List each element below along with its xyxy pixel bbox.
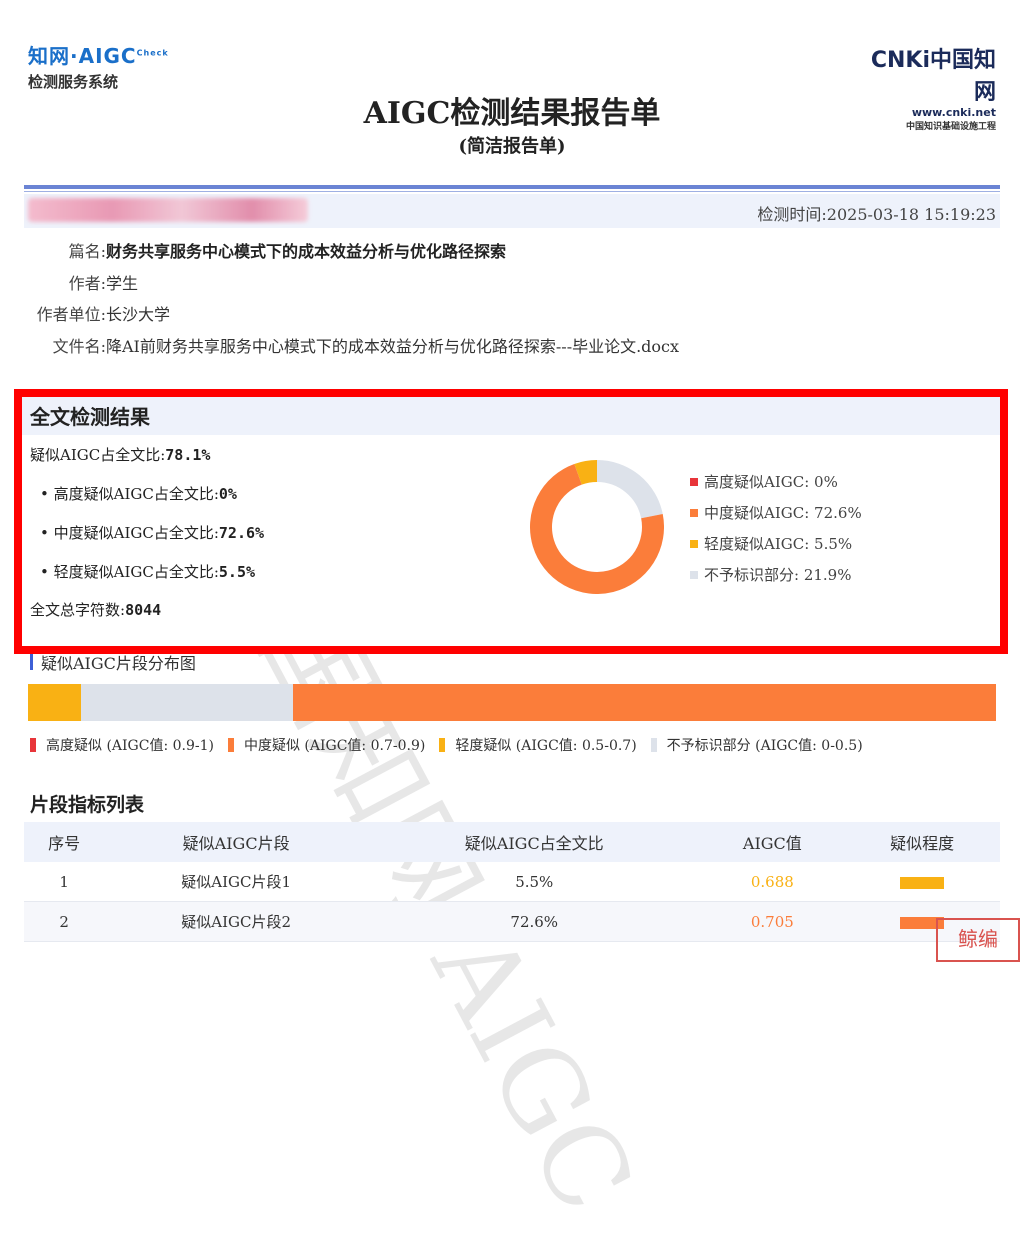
meta-value: 降AI前财务共享服务中心模式下的成本效益分析与优化路径探索---毕业论文.doc… xyxy=(106,337,680,356)
th-fragment: 疑似AIGC片段 xyxy=(104,822,368,862)
redacted-identifier xyxy=(28,198,308,222)
legend-label: 不予标识部分 (AIGC值: 0-0.5) xyxy=(666,738,863,754)
distribution-segment xyxy=(81,684,294,721)
meta-row-author: 作者: 学生 xyxy=(0,270,138,298)
legend-item: 高度疑似AIGC: 0% xyxy=(690,466,862,497)
legend-item: 中度疑似AIGC: 72.6% xyxy=(690,497,862,528)
result-header-band xyxy=(22,397,1000,435)
meta-value: 财务共享服务中心模式下的成本效益分析与优化路径探索 xyxy=(106,242,507,261)
fragment-table: 序号 疑似AIGC片段 疑似AIGC占全文比 AIGC值 疑似程度 1 疑似AIG… xyxy=(24,822,1000,942)
meta-value: 学生 xyxy=(106,274,139,293)
result-heading: 全文检测结果 xyxy=(30,405,150,429)
legend-label: 轻度疑似AIGC: 5.5% xyxy=(704,535,853,553)
stat-label: 全文总字符数: xyxy=(30,601,126,619)
legend-swatch xyxy=(650,738,657,752)
distribution-bar xyxy=(28,684,996,721)
legend-label: 高度疑似AIGC: 0% xyxy=(704,473,838,491)
stat-mid: • 中度疑似AIGC占全文比:72.6% xyxy=(40,522,264,543)
legend-swatch xyxy=(690,570,698,579)
stat-label: • 中度疑似AIGC占全文比: xyxy=(40,524,219,542)
check-time: 检测时间:2025-03-18 15:19:23 xyxy=(757,205,996,224)
meta-row-file: 文件名: 降AI前财务共享服务中心模式下的成本效益分析与优化路径探索---毕业论… xyxy=(0,333,679,361)
stat-value: 72.6% xyxy=(218,524,265,542)
cell-aigc: 0.688 xyxy=(700,862,845,902)
legend-label: 中度疑似 (AIGC值: 0.7-0.9) xyxy=(243,738,426,754)
stat-label: • 高度疑似AIGC占全文比: xyxy=(40,485,219,503)
stat-value: 8044 xyxy=(125,601,162,619)
section-marker xyxy=(30,654,33,670)
th-ratio: 疑似AIGC占全文比 xyxy=(368,822,701,862)
logo-left-sup: Check xyxy=(136,48,169,58)
report-subtitle: (简洁报告单) xyxy=(458,136,566,157)
donut-chart xyxy=(530,460,664,594)
meta-label: 作者单位: xyxy=(36,305,106,324)
th-aigc: AIGC值 xyxy=(700,822,845,862)
donut-legend: 高度疑似AIGC: 0% 中度疑似AIGC: 72.6% 轻度疑似AIGC: 5.5… xyxy=(690,466,862,590)
th-degree: 疑似程度 xyxy=(844,822,1000,862)
cell-index: 2 xyxy=(24,901,105,942)
meta-label: 文件名: xyxy=(52,337,106,356)
table-title: 片段指标列表 xyxy=(30,794,145,816)
legend-swatch xyxy=(439,738,446,752)
stat-total: 疑似AIGC占全文比:78.1% xyxy=(30,444,210,465)
stat-low: • 轻度疑似AIGC占全文比:5.5% xyxy=(40,561,255,582)
logo-aigc-check: 知网·AIGCCheck 检测服务系统 xyxy=(28,40,169,92)
distribution-legend: 高度疑似 (AIGC值: 0.9-1) 中度疑似 (AIGC值: 0.7-0.9)… xyxy=(30,735,877,755)
logo-left-text: 知网·AIGC xyxy=(28,44,137,68)
legend-label: 轻度疑似 (AIGC值: 0.5-0.7) xyxy=(455,738,637,754)
distribution-title: 疑似AIGC片段分布图 xyxy=(30,650,196,674)
corner-seal-logo: 鲸编 xyxy=(936,918,1020,962)
legend-label: 高度疑似 (AIGC值: 0.9-1) xyxy=(46,738,214,754)
table-header-row: 序号 疑似AIGC片段 疑似AIGC占全文比 AIGC值 疑似程度 xyxy=(24,822,1000,862)
meta-row-unit: 作者单位: 长沙大学 xyxy=(0,301,170,329)
cell-ratio: 5.5% xyxy=(368,862,701,902)
distribution-legend-item: 中度疑似 (AIGC值: 0.7-0.9) xyxy=(227,735,426,755)
distribution-segment xyxy=(28,684,82,721)
distribution-legend-item: 轻度疑似 (AIGC值: 0.5-0.7) xyxy=(439,735,637,755)
degree-bar xyxy=(900,876,945,889)
distribution-legend-item: 高度疑似 (AIGC值: 0.9-1) xyxy=(30,735,214,755)
cell-index: 1 xyxy=(24,862,105,902)
distribution-title-text: 疑似AIGC片段分布图 xyxy=(41,654,196,673)
legend-swatch xyxy=(30,738,36,752)
legend-item: 不予标识部分: 21.9% xyxy=(690,559,862,590)
table-row: 2 疑似AIGC片段2 72.6% 0.705 xyxy=(24,901,1000,942)
th-index: 序号 xyxy=(24,822,105,862)
legend-label: 中度疑似AIGC: 72.6% xyxy=(704,504,862,522)
legend-swatch xyxy=(227,738,234,752)
stat-label: • 轻度疑似AIGC占全文比: xyxy=(40,563,219,581)
report-title: AIGC检测结果报告单 xyxy=(363,96,661,131)
cell-aigc: 0.705 xyxy=(700,901,845,942)
header-rule xyxy=(24,185,1000,189)
legend-label: 不予标识部分: 21.9% xyxy=(704,566,852,584)
distribution-segment xyxy=(293,684,996,721)
header-rule-thin xyxy=(24,191,1000,192)
legend-swatch xyxy=(690,508,698,517)
stat-value: 78.1% xyxy=(165,446,211,464)
meta-row-title: 篇名: 财务共享服务中心模式下的成本效益分析与优化路径探索 xyxy=(0,238,506,266)
legend-swatch xyxy=(690,477,698,486)
cell-fragment: 疑似AIGC片段2 xyxy=(104,901,368,942)
donut-slice xyxy=(596,460,663,519)
legend-swatch xyxy=(690,539,698,548)
cell-fragment: 疑似AIGC片段1 xyxy=(104,862,368,902)
legend-item: 轻度疑似AIGC: 5.5% xyxy=(690,528,862,559)
meta-value: 长沙大学 xyxy=(106,305,171,324)
stat-chars: 全文总字符数:8044 xyxy=(30,599,161,620)
donut-slice xyxy=(574,460,598,485)
cell-degree xyxy=(844,862,1000,902)
stat-value: 0% xyxy=(218,485,237,503)
meta-label: 作者: xyxy=(68,274,106,293)
stat-value: 5.5% xyxy=(218,563,256,581)
cell-ratio: 72.6% xyxy=(368,901,701,942)
table-row: 1 疑似AIGC片段1 5.5% 0.688 xyxy=(24,862,1000,902)
stat-high: • 高度疑似AIGC占全文比:0% xyxy=(40,483,237,504)
meta-label: 篇名: xyxy=(68,242,106,261)
stat-label: 疑似AIGC占全文比: xyxy=(30,446,166,464)
distribution-legend-item: 不予标识部分 (AIGC值: 0-0.5) xyxy=(650,735,863,755)
